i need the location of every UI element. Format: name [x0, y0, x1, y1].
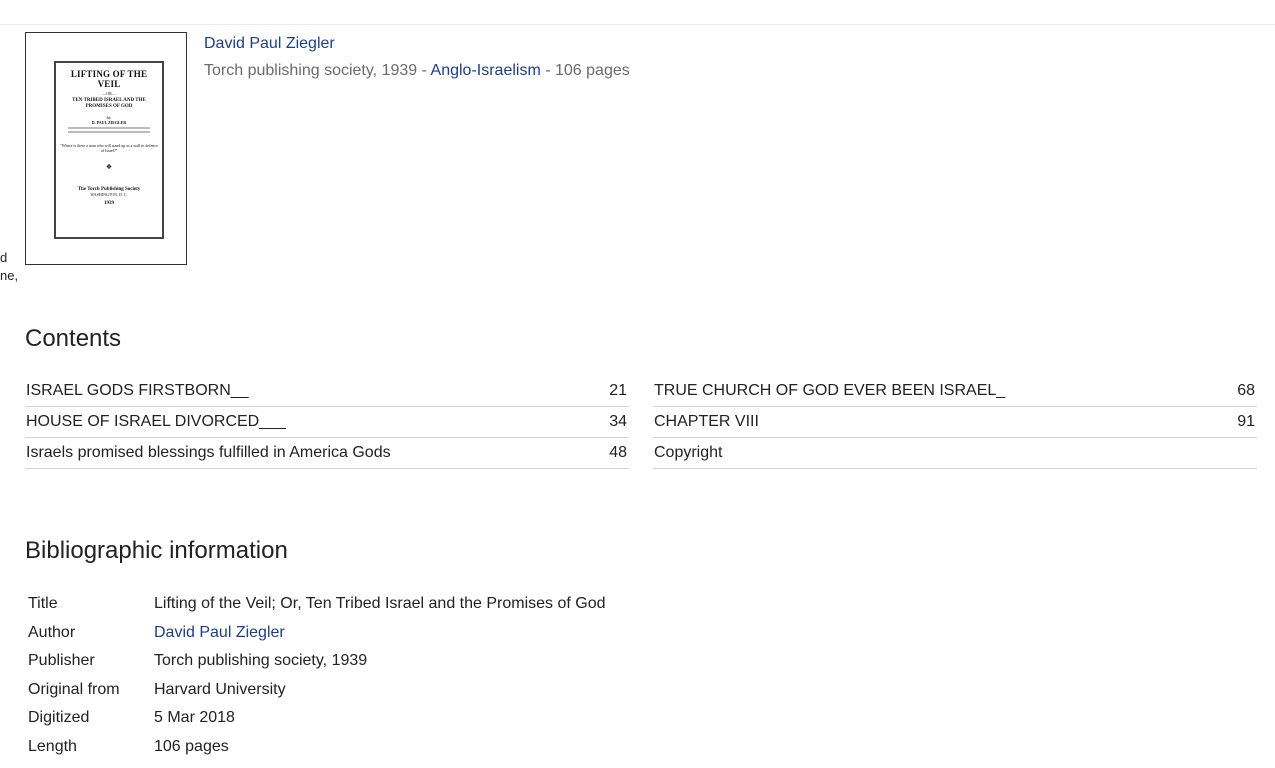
toc-title: HOUSE OF ISRAEL DIVORCED___: [26, 413, 286, 430]
toc-row[interactable]: CHAPTER VIII 91: [653, 407, 1257, 438]
bib-value: 106 pages: [154, 737, 229, 755]
toc-row[interactable]: TRUE CHURCH OF GOD EVER BEEN ISRAEL_ 68: [653, 376, 1257, 407]
toc-page: 91: [1237, 413, 1255, 430]
bib-author-link[interactable]: David Paul Ziegler: [154, 624, 285, 642]
toc-page: 48: [609, 444, 627, 461]
meta-separator: -: [540, 62, 555, 79]
bibliographic-table: Title Lifting of the Veil; Or, Ten Tribed…: [28, 590, 606, 761]
top-divider: [0, 24, 1275, 25]
meta-separator: -: [417, 62, 431, 79]
toc-title: ISRAEL GODS FIRSTBORN__: [26, 382, 249, 399]
toc-title: TRUE CHURCH OF GOD EVER BEEN ISRAEL_: [654, 382, 1006, 399]
bib-label: Digitized: [28, 709, 90, 727]
bibliographic-heading: Bibliographic information: [25, 537, 288, 564]
bib-value: Harvard University: [154, 680, 286, 698]
bib-value: Lifting of the Veil; Or, Ten Tribed Isra…: [154, 595, 606, 613]
toc-title: Copyright: [654, 444, 723, 461]
toc-row[interactable]: Israels promised blessings fulfilled in …: [25, 438, 629, 469]
contents-column-right: TRUE CHURCH OF GOD EVER BEEN ISRAEL_ 68 C…: [653, 376, 1257, 469]
bib-row-length: Length 106 pages: [28, 733, 606, 762]
toc-title: Israels promised blessings fulfilled in …: [26, 444, 391, 461]
toc-row[interactable]: HOUSE OF ISRAEL DIVORCED___ 34: [25, 407, 629, 438]
bib-value: 5 Mar 2018: [154, 709, 235, 727]
book-cover-thumbnail[interactable]: LIFTING OF THE VEIL —OR— TEN TRIBED ISRA…: [25, 32, 187, 265]
bib-label: Publisher: [28, 652, 95, 670]
contents-heading: Contents: [25, 325, 122, 352]
publisher-year: Torch publishing society, 1939: [204, 62, 418, 79]
bib-row-digitized: Digitized 5 Mar 2018: [28, 704, 606, 733]
bib-label: Author: [28, 623, 76, 641]
bib-row-title: Title Lifting of the Veil; Or, Ten Tribed…: [28, 590, 606, 619]
clipped-side-text-2: ne,: [0, 268, 19, 283]
book-cover-art: LIFTING OF THE VEIL —OR— TEN TRIBED ISRA…: [54, 61, 164, 239]
author-link[interactable]: David Paul Ziegler: [204, 35, 335, 53]
subject-link[interactable]: Anglo-Israelism: [431, 62, 541, 79]
toc-row[interactable]: Copyright: [653, 438, 1257, 469]
contents-column-left: ISRAEL GODS FIRSTBORN__ 21 HOUSE OF ISRAE…: [25, 376, 629, 469]
bib-label: Title: [28, 595, 58, 613]
bib-row-original-from: Original from Harvard University: [28, 676, 606, 705]
bib-row-publisher: Publisher Torch publishing society, 1939: [28, 647, 606, 676]
toc-page: 34: [609, 413, 627, 430]
toc-page: 21: [609, 382, 627, 399]
book-meta-line: Torch publishing society, 1939 - Anglo-I…: [204, 62, 630, 80]
toc-row[interactable]: ISRAEL GODS FIRSTBORN__ 21: [25, 376, 629, 407]
toc-page: 68: [1237, 382, 1255, 399]
clipped-side-text-1: d: [0, 250, 8, 265]
bib-label: Length: [28, 737, 77, 755]
page-count: 106 pages: [555, 62, 630, 79]
bib-row-author: Author David Paul Ziegler: [28, 619, 606, 648]
toc-title: CHAPTER VIII: [654, 413, 759, 430]
bib-value: Torch publishing society, 1939: [154, 652, 368, 670]
bib-label: Original from: [28, 680, 120, 698]
